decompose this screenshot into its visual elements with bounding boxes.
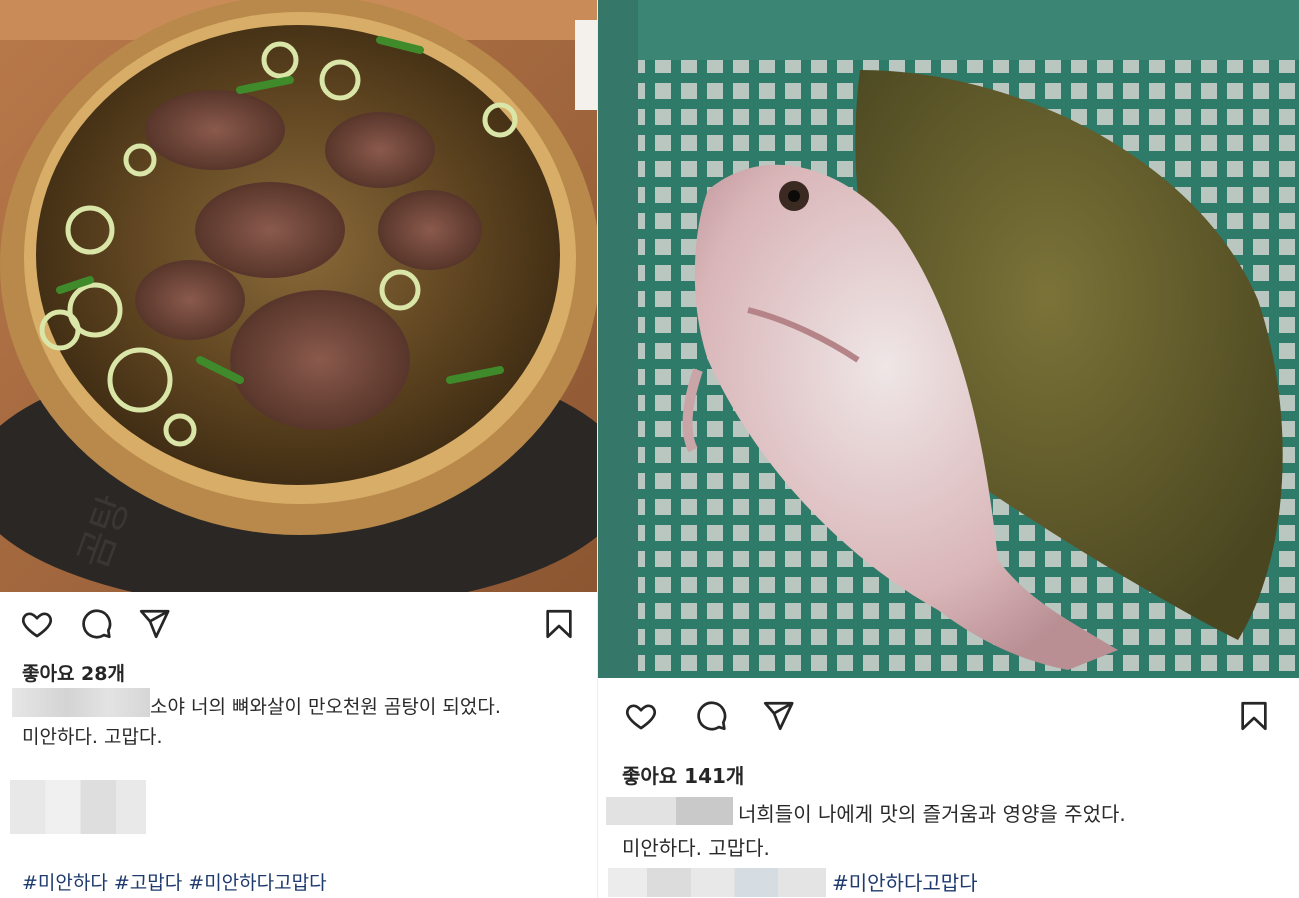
bookmark-icon — [1241, 701, 1267, 731]
gomtang-image: 곰탕 — [0, 0, 597, 592]
share-icon — [763, 701, 794, 731]
share-icon — [139, 609, 170, 639]
like-count[interactable]: 좋아요 28개 — [22, 659, 125, 686]
like-button[interactable] — [18, 605, 56, 643]
share-button[interactable] — [759, 697, 797, 735]
comment-button[interactable] — [77, 605, 115, 643]
hashtags[interactable]: #미안하다 #고맙다 #미안하다고맙다 — [22, 868, 327, 895]
caption-line-1: 소야 너의 뼈와살이 만오천원 곰탕이 되었다. — [150, 696, 501, 718]
blurred-block — [10, 780, 146, 834]
caption-line-1: 너희들이 나에게 맛의 즐거움과 영양을 주었다. — [738, 802, 1126, 826]
action-bar — [598, 697, 1299, 741]
save-button[interactable] — [540, 605, 578, 643]
like-button[interactable] — [622, 697, 660, 735]
username-blurred[interactable] — [606, 797, 733, 825]
share-button[interactable] — [135, 605, 173, 643]
post-photo-fish[interactable] — [598, 0, 1299, 678]
caption-line-2: 미안하다. 고맙다. — [22, 726, 163, 748]
heart-icon — [21, 612, 53, 638]
left-post: 곰탕 좋아요 28개 소야 너의 뼈와살이 만오천원 곰탕이 되었다. 미안하다… — [0, 0, 597, 898]
comment-button[interactable] — [692, 697, 730, 735]
bookmark-icon — [546, 609, 572, 639]
like-count[interactable]: 좋아요 141개 — [622, 760, 744, 789]
right-post: 좋아요 141개 너희들이 나에게 맛의 즐거움과 영양을 주었다. 미안하다.… — [598, 0, 1299, 898]
comment-icon — [697, 701, 727, 731]
save-button[interactable] — [1235, 697, 1273, 735]
fish-image — [598, 0, 1299, 678]
blurred-block — [608, 868, 826, 897]
post-photo-gomtang[interactable]: 곰탕 — [0, 0, 597, 592]
hashtags[interactable]: #미안하다고맙다 — [832, 867, 978, 896]
comment-icon — [82, 609, 112, 639]
caption-line-2: 미안하다. 고맙다. — [622, 836, 770, 860]
heart-icon — [625, 704, 657, 730]
username-blurred[interactable] — [12, 688, 150, 717]
action-bar — [0, 605, 597, 649]
